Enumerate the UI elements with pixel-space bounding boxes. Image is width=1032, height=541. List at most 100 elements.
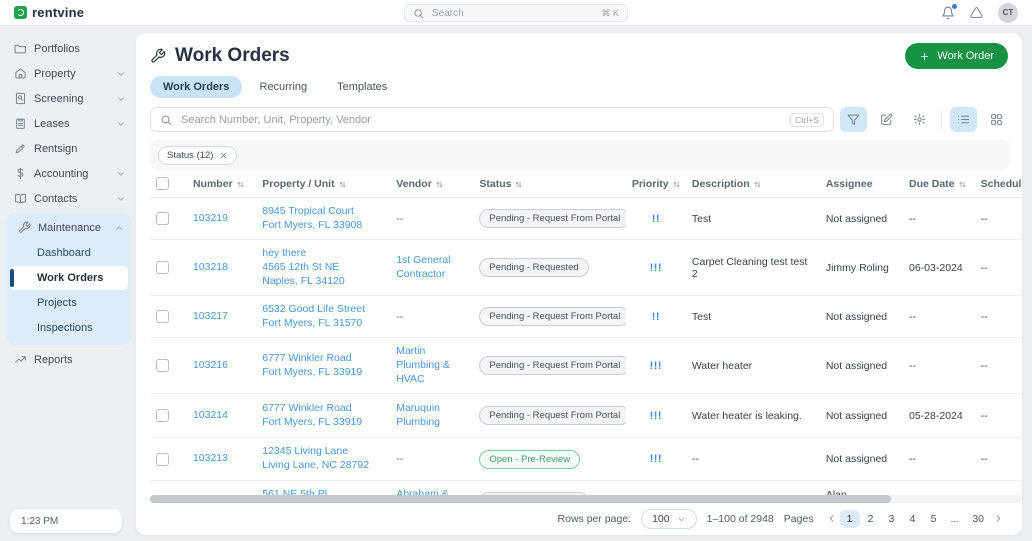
search-icon (160, 114, 172, 126)
row-checkbox[interactable] (156, 359, 169, 372)
row-checkbox[interactable] (156, 261, 169, 274)
vendor-link[interactable]: Martin Plumbing & HVAC (396, 345, 467, 386)
page-button-1[interactable]: 1 (840, 510, 860, 528)
property-link[interactable]: 12345 Living LaneLiving Lane, NC 28792 (262, 445, 384, 472)
pagination-footer: Rows per page: 100 1–100 of 2948 Pages 1… (150, 503, 1022, 535)
column-header-scheduled_start_date[interactable]: Scheduled Start Date (975, 170, 1022, 198)
sidebar-item-accounting[interactable]: Accounting (10, 161, 130, 186)
horizontal-scrollbar-thumb[interactable] (150, 495, 891, 503)
column-header-priority[interactable]: Priority (626, 170, 686, 198)
next-page-button[interactable] (991, 510, 1006, 529)
chevron-left-icon (826, 513, 837, 524)
property-link[interactable]: 6777 Winkler RoadFort Myers, FL 33919 (262, 402, 384, 429)
priority-indicator: !!! (650, 262, 663, 274)
tab-templates[interactable]: Templates (324, 76, 400, 98)
sidebar-item-property[interactable]: Property (10, 61, 130, 86)
sidebar-item-rentsign[interactable]: Rentsign (10, 136, 130, 161)
table-search-input[interactable] (179, 113, 783, 127)
column-header-due_date[interactable]: Due Date (903, 170, 975, 198)
sidebar-item-leases[interactable]: Leases (10, 111, 130, 136)
column-header-property[interactable]: Property / Unit (256, 170, 390, 198)
column-header-checkbox (150, 170, 187, 198)
rentvine-logo[interactable]: rentvine (14, 5, 84, 20)
assignee-cell: Not assigned (820, 338, 903, 394)
page-button-4[interactable]: 4 (903, 510, 923, 528)
pages-label: Pages (784, 513, 814, 525)
column-header-assignee[interactable]: Assignee (820, 170, 903, 198)
work-orders-table: NumberProperty / UnitVendorStatusPriorit… (150, 170, 1022, 503)
chevron-up-icon (114, 223, 124, 233)
sidebar-item-portfolios[interactable]: Portfolios (10, 36, 130, 61)
sidebar-subitem-dashboard[interactable]: Dashboard (10, 241, 128, 265)
row-checkbox-cell (150, 394, 187, 438)
table-search[interactable]: Ctrl+S (150, 107, 834, 132)
page-ellipsis: ... (945, 510, 966, 528)
row-checkbox[interactable] (156, 212, 169, 225)
property-link[interactable]: 6777 Winkler RoadFort Myers, FL 33919 (262, 352, 384, 379)
add-work-order-button[interactable]: Work Order (905, 43, 1008, 69)
work-order-number-link[interactable]: 103214 (193, 409, 250, 423)
page-button-2[interactable]: 2 (861, 510, 881, 528)
edit-square-icon (880, 113, 893, 126)
column-header-description[interactable]: Description (686, 170, 820, 198)
sidebar-items-top: Portfolios Property Screening LeasesRentsig… (10, 36, 130, 211)
vendor-link[interactable]: 1st General Contractor (396, 254, 467, 281)
edit-view-button[interactable] (873, 107, 900, 132)
work-order-number-link[interactable]: 103218 (193, 261, 250, 275)
column-header-status[interactable]: Status (473, 170, 625, 198)
column-header-vendor[interactable]: Vendor (390, 170, 473, 198)
work-order-number-link[interactable]: 103217 (193, 310, 250, 324)
settings-button[interactable] (906, 107, 933, 132)
sidebar-item-label: Screening (34, 93, 84, 105)
sidebar-item-label: Portfolios (34, 43, 80, 55)
tab-recurring[interactable]: Recurring (246, 76, 320, 98)
page-button-3[interactable]: 3 (882, 510, 902, 528)
row-checkbox[interactable] (156, 310, 169, 323)
column-header-number[interactable]: Number (187, 170, 256, 198)
assignee-cell: Not assigned (820, 198, 903, 240)
wrench-icon (150, 48, 166, 64)
user-avatar[interactable]: CT (998, 3, 1018, 23)
row-checkbox-cell (150, 198, 187, 240)
page-button-30[interactable]: 30 (966, 510, 990, 528)
chevron-down-icon (677, 515, 686, 524)
work-order-number-link[interactable]: 103219 (193, 212, 250, 226)
vendor-link[interactable]: Maruquin Plumbing (396, 402, 467, 429)
prev-page-button[interactable] (824, 510, 839, 529)
global-search-input[interactable] (430, 7, 595, 20)
select-all-checkbox[interactable] (156, 177, 169, 190)
close-icon[interactable] (219, 151, 228, 160)
sidebar-item-contacts[interactable]: Contacts (10, 186, 130, 211)
sidebar-subitem-work-orders[interactable]: Work Orders (10, 266, 128, 290)
global-search[interactable]: ⌘ K (404, 4, 628, 22)
global-search-shortcut: ⌘ K (601, 8, 619, 19)
filter-button[interactable] (840, 107, 867, 132)
sidebar-item-screening[interactable]: Screening (10, 86, 130, 111)
tab-work-orders[interactable]: Work Orders (150, 76, 242, 98)
property-link[interactable]: 6532 Good Life StreetFort Myers, FL 3157… (262, 303, 384, 330)
status-cell: Pending - Request From Portal (473, 338, 625, 394)
reports-icon (14, 353, 27, 366)
property-link[interactable]: 8945 Tropical CourtFort Myers, FL 33908 (262, 205, 384, 232)
rows-per-page-select[interactable]: 100 (641, 509, 697, 529)
page-button-5[interactable]: 5 (924, 510, 944, 528)
sidebar-item-reports[interactable]: Reports (10, 347, 130, 372)
status-badge: Open - Pre-Review (479, 450, 580, 469)
property-link[interactable]: hey there4565 12th St NENaples, FL 34120 (262, 247, 384, 288)
row-checkbox[interactable] (156, 409, 169, 422)
search-icon (413, 8, 424, 19)
table-row: 103218 hey there4565 12th St NENaples, FL… (150, 240, 1022, 296)
notifications-bell-icon[interactable] (941, 6, 955, 20)
sidebar-item-maintenance[interactable]: Maintenance (10, 215, 128, 240)
row-checkbox[interactable] (156, 453, 169, 466)
list-view-button[interactable] (950, 107, 977, 132)
status-filter-chip[interactable]: Status (12) (158, 146, 237, 165)
work-order-number-link[interactable]: 103213 (193, 452, 250, 466)
grid-view-button[interactable] (983, 107, 1010, 132)
scheduled-start-date-cell: -- (975, 438, 1022, 480)
sidebar-subitem-projects[interactable]: Projects (10, 291, 128, 315)
work-order-number-link[interactable]: 103216 (193, 359, 250, 373)
alerts-icon[interactable] (970, 6, 983, 19)
leases-icon (14, 117, 27, 130)
sidebar-subitem-inspections[interactable]: Inspections (10, 316, 128, 340)
